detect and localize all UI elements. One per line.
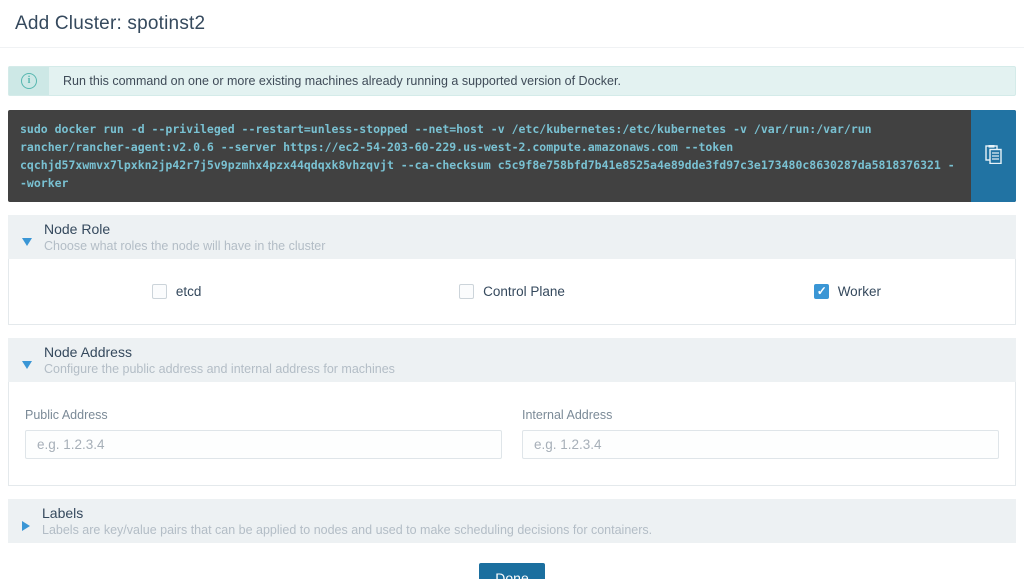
info-banner: i Run this command on one or more existi… [8,66,1016,96]
node-role-title: Node Role [44,221,325,237]
done-button[interactable]: Done [479,563,544,579]
info-icon: i [21,73,37,89]
page-content: i Run this command on one or more existi… [0,66,1024,579]
section-header-labels[interactable]: Labels Labels are key/value pairs that c… [8,499,1016,543]
node-address-title: Node Address [44,344,395,360]
title-divider [0,47,1024,48]
checkbox-worker[interactable]: Worker [680,284,1015,299]
checkbox-control-plane-box[interactable] [459,284,474,299]
docker-command-block: sudo docker run -d --privileged --restar… [8,110,1016,202]
checkbox-worker-box[interactable] [814,284,829,299]
chevron-down-icon [22,238,32,246]
internal-address-input[interactable] [522,430,999,459]
checkbox-control-plane-label: Control Plane [483,284,565,299]
labels-subtitle: Labels are key/value pairs that can be a… [42,523,652,537]
section-header-node-address[interactable]: Node Address Configure the public addres… [8,338,1016,382]
node-role-body: etcd Control Plane Worker [8,259,1016,325]
checkbox-etcd[interactable]: etcd [9,284,344,299]
public-address-field: Public Address [25,408,502,459]
node-role-titles: Node Role Choose what roles the node wil… [44,221,325,253]
node-address-titles: Node Address Configure the public addres… [44,344,395,376]
internal-address-label: Internal Address [522,408,999,422]
labels-title: Labels [42,505,652,521]
info-banner-text: Run this command on one or more existing… [49,67,633,95]
info-icon-cell: i [9,67,49,95]
node-address-body: Public Address Internal Address [8,382,1016,486]
node-address-subtitle: Configure the public address and interna… [44,362,395,376]
checkbox-worker-label: Worker [838,284,881,299]
section-header-node-role[interactable]: Node Role Choose what roles the node wil… [8,215,1016,259]
chevron-down-icon [22,361,32,369]
checkbox-etcd-box[interactable] [152,284,167,299]
internal-address-field: Internal Address [522,408,999,459]
copy-command-button[interactable] [971,110,1016,202]
checkbox-etcd-label: etcd [176,284,202,299]
public-address-input[interactable] [25,430,502,459]
clipboard-icon [985,145,1002,167]
docker-command-text: sudo docker run -d --privileged --restar… [8,110,971,202]
node-role-subtitle: Choose what roles the node will have in … [44,239,325,253]
labels-titles: Labels Labels are key/value pairs that c… [42,505,652,537]
page-title: Add Cluster: spotinst2 [0,0,1024,35]
public-address-label: Public Address [25,408,502,422]
checkbox-control-plane[interactable]: Control Plane [344,284,679,299]
add-cluster-page: Add Cluster: spotinst2 i Run this comman… [0,0,1024,579]
footer: Done [8,563,1016,579]
chevron-right-icon [22,521,30,531]
